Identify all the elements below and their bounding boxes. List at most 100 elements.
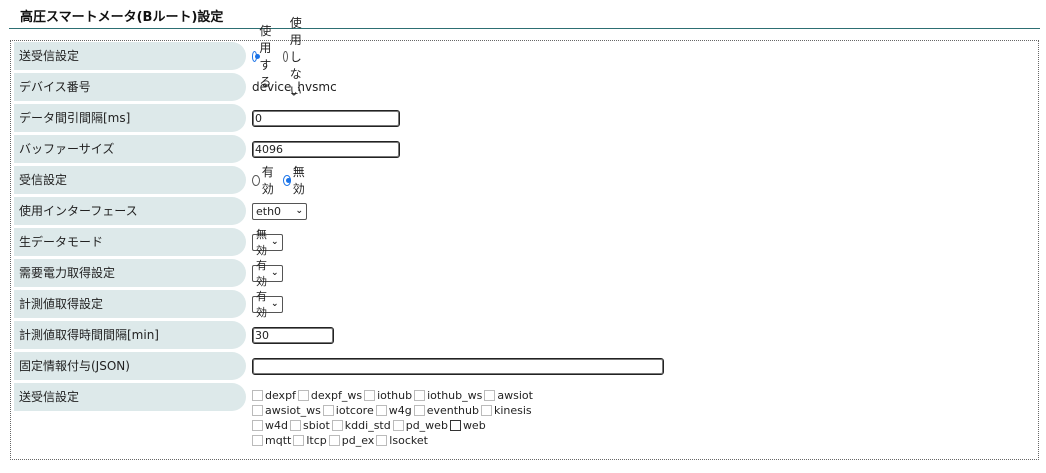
checkbox-label: iothub: [377, 389, 413, 402]
checkbox-awsiot-ws[interactable]: awsiot_ws: [252, 403, 321, 418]
checkbox-label: lsocket: [389, 434, 428, 447]
checkbox-pd-web[interactable]: pd_web: [392, 418, 448, 433]
checkbox-label: eventhub: [426, 404, 479, 417]
interface-select[interactable]: eth0 ⌄: [252, 202, 307, 220]
checkbox-box[interactable]: [252, 435, 263, 446]
interface-select-value: eth0: [256, 204, 282, 218]
checkbox-box[interactable]: [364, 390, 376, 401]
checkbox-box[interactable]: [484, 390, 496, 401]
chevron-down-icon: ⌄: [271, 237, 279, 247]
checkbox-label: iotcore: [335, 404, 374, 417]
checkbox-label: iothub_ws: [427, 389, 483, 402]
demand-power-select-value: 有効: [256, 259, 267, 288]
checkbox-label: dexpf: [265, 389, 296, 402]
checkbox-pd-ex[interactable]: pd_ex: [328, 433, 375, 448]
checkbox-awsiot[interactable]: awsiot: [484, 388, 533, 403]
send-targets-checkboxes: dexpf dexpf_ws iothub iothub_ws awsiot a…: [252, 388, 672, 448]
checkbox-dexpf[interactable]: dexpf: [252, 388, 296, 403]
checkbox-box[interactable]: [252, 420, 263, 431]
fixed-info-label: 固定情報付与(JSON): [14, 352, 246, 380]
checkbox-box[interactable]: [413, 405, 425, 416]
checkbox-box[interactable]: [297, 390, 309, 401]
radio-enabled-button[interactable]: [252, 174, 260, 186]
checkbox-box[interactable]: [289, 420, 301, 431]
device-number-value: device_hvsmc: [252, 80, 337, 94]
checkbox-box[interactable]: [375, 405, 387, 416]
checkbox-box[interactable]: [252, 390, 263, 401]
checkbox-box[interactable]: [293, 435, 305, 446]
checkbox-label: sbiot: [302, 419, 330, 432]
checkbox-sbiot[interactable]: sbiot: [289, 418, 330, 433]
radio-enabled-label: 有効: [261, 165, 274, 196]
radio-disabled-label: 無効: [292, 165, 305, 196]
chevron-down-icon: ⌄: [271, 268, 279, 278]
checkbox-dexpf-ws[interactable]: dexpf_ws: [297, 388, 362, 403]
raw-data-mode-select-value: 無効: [256, 228, 267, 257]
checkbox-label: ltcp: [306, 434, 327, 447]
buffer-size-input[interactable]: 4096: [252, 140, 400, 158]
checkbox-w4d[interactable]: w4d: [252, 418, 288, 433]
checkbox-line: awsiot_ws iotcore w4g eventhub kinesis: [252, 403, 672, 418]
radio-disabled[interactable]: 無効: [283, 163, 308, 197]
fixed-info-input[interactable]: [252, 357, 664, 375]
buffer-size-label: バッファーサイズ: [14, 135, 246, 163]
checkbox-mqtt[interactable]: mqtt: [252, 433, 291, 448]
interface-label: 使用インターフェース: [14, 197, 246, 225]
checkbox-kinesis[interactable]: kinesis: [480, 403, 532, 418]
chevron-down-icon: ⌄: [271, 299, 279, 309]
checkbox-label: mqtt: [265, 434, 292, 447]
checkbox-label: awsiot: [497, 389, 533, 402]
radio-use-button[interactable]: [252, 50, 261, 62]
checkbox-label: web: [462, 419, 486, 432]
checkbox-label: w4d: [265, 419, 288, 432]
chevron-down-icon: ⌄: [295, 206, 303, 216]
checkbox-box[interactable]: [322, 405, 334, 416]
checkbox-w4g[interactable]: w4g: [375, 403, 412, 418]
checkbox-ltcp[interactable]: ltcp: [293, 433, 327, 448]
receive-setting-label: 受信設定: [14, 166, 246, 194]
checkbox-box[interactable]: [414, 390, 426, 401]
radio-enabled[interactable]: 有効: [252, 163, 277, 197]
raw-data-mode-label: 生データモード: [14, 228, 246, 256]
checkbox-label: awsiot_ws: [265, 404, 321, 417]
measurement-label: 計測値取得設定: [14, 290, 246, 318]
checkbox-eventhub[interactable]: eventhub: [413, 403, 479, 418]
demand-power-select[interactable]: 有効 ⌄: [252, 259, 283, 288]
radio-not-use-button[interactable]: [283, 50, 288, 62]
checkbox-box[interactable]: [252, 405, 263, 416]
checkbox-iothub-ws[interactable]: iothub_ws: [414, 388, 482, 403]
data-interval-input[interactable]: 0: [252, 109, 400, 127]
checkbox-lsocket[interactable]: lsocket: [376, 433, 428, 448]
page-title: 高圧スマートメータ(Bルート)設定: [20, 10, 224, 25]
device-number-label: デバイス番号: [14, 73, 246, 101]
checkbox-iothub[interactable]: iothub: [364, 388, 412, 403]
receive-setting-radio-group: 有効 無効: [252, 163, 308, 197]
checkbox-box[interactable]: [376, 435, 388, 446]
checkbox-label: kinesis: [493, 404, 532, 417]
checkbox-kddi-std[interactable]: kddi_std: [331, 418, 391, 433]
checkbox-web[interactable]: web: [449, 418, 486, 433]
checkbox-label: pd_web: [405, 419, 448, 432]
raw-data-mode-select[interactable]: 無効 ⌄: [252, 228, 283, 257]
checkbox-box[interactable]: [331, 420, 343, 431]
checkbox-box[interactable]: [392, 420, 404, 431]
checkbox-line: w4d sbiot kddi_std pd_web web: [252, 418, 672, 433]
checkbox-label: w4g: [388, 404, 412, 417]
checkbox-box[interactable]: [328, 435, 340, 446]
send-targets-label: 送受信設定: [14, 383, 246, 411]
radio-disabled-button[interactable]: [283, 174, 291, 186]
checkbox-box[interactable]: [480, 405, 492, 416]
demand-power-label: 需要電力取得設定: [14, 259, 246, 287]
send-receive-label: 送受信設定: [14, 42, 246, 70]
checkbox-box[interactable]: [449, 420, 461, 431]
measurement-interval-input[interactable]: 30: [252, 326, 334, 344]
checkbox-label: kddi_std: [344, 419, 391, 432]
checkbox-line: mqtt ltcp pd_ex lsocket: [252, 433, 672, 448]
measurement-interval-label: 計測値取得時間間隔[min]: [14, 321, 246, 349]
data-interval-label: データ間引間隔[ms]: [14, 104, 246, 132]
measurement-select[interactable]: 有効 ⌄: [252, 290, 283, 319]
checkbox-iotcore[interactable]: iotcore: [322, 403, 374, 418]
checkbox-label: pd_ex: [341, 434, 375, 447]
checkbox-line: dexpf dexpf_ws iothub iothub_ws awsiot: [252, 388, 672, 403]
measurement-select-value: 有効: [256, 290, 267, 319]
